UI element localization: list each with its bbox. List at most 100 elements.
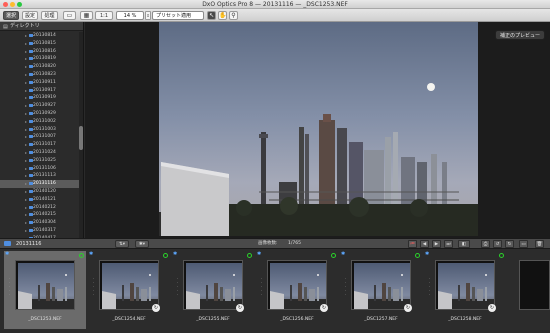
disclosure-triangle-icon[interactable]: ▸ [25,165,27,173]
folder-item[interactable]: ▸ 20130929 [0,110,83,118]
rating-dots[interactable]: · · · · · [345,277,346,297]
disclosure-triangle-icon[interactable]: ▸ [25,149,27,157]
folder-item[interactable]: ▸ 20131007 [0,133,83,141]
zoom-tool-button[interactable]: ⚲ [229,11,238,20]
star-icon[interactable]: ✱ [257,251,261,257]
folder-item[interactable]: ▸ 20131003 [0,126,83,134]
zoom-stepper[interactable]: ⇕ [145,11,151,20]
folder-item[interactable]: ▸ 20140120 [0,188,83,196]
disclosure-triangle-icon[interactable]: ▸ [25,32,27,40]
print-button[interactable]: ⎙ [481,240,490,248]
disclosure-triangle-icon[interactable]: ▸ [25,133,27,141]
rating-dots[interactable]: · · · · · [261,277,262,297]
disclosure-triangle-icon[interactable]: ▸ [25,63,27,71]
folder-item[interactable]: ▸ 20130911 [0,79,83,87]
folder-item[interactable]: ▸ 20131002 [0,118,83,126]
disclosure-triangle-icon[interactable]: ▸ [25,48,27,56]
disclosure-triangle-icon[interactable]: ▸ [25,79,27,87]
rating-dots[interactable]: · · · · · [429,277,430,297]
zoom-field[interactable]: 14 % [116,11,144,20]
disclosure-triangle-icon[interactable]: ▸ [25,180,27,188]
rotate-right-button[interactable]: ↻ [505,240,514,248]
tab-select[interactable]: 選択 [3,11,19,20]
disclosure-triangle-icon[interactable]: ▸ [25,227,27,235]
star-icon[interactable]: ✱ [425,251,429,257]
disclosure-triangle-icon[interactable]: ▸ [25,196,27,204]
tab-customize[interactable]: 設定 [22,11,38,20]
compare-button[interactable]: ◧ [458,240,470,248]
rating-dots[interactable]: · · · · · [177,277,178,297]
sort-button[interactable]: ⇅▾ [115,240,129,248]
rotate-left-button[interactable]: ↺ [493,240,502,248]
star-icon[interactable]: ✱ [173,251,177,257]
disclosure-triangle-icon[interactable]: ▸ [25,157,27,165]
folder-item[interactable]: ▸ 20130820 [0,63,83,71]
disclosure-triangle-icon[interactable]: ▸ [25,141,27,149]
thumbnail-item[interactable]: ✱ · · · · · ↻ _DSC1255.NEF [172,251,254,329]
thumbnail-item[interactable]: ✱ · · · · · _DSC1253.NEF [4,251,86,329]
folder-item[interactable]: ▸ 20131025 [0,157,83,165]
sync-icon[interactable]: ↻ [404,304,412,312]
thumbnail-item[interactable]: ✱ · · · · · ↻ _DSC1256.NEF [256,251,338,329]
folder-item[interactable]: ▸ 20131113 [0,172,83,180]
tab-process[interactable]: 処理 [41,11,58,20]
folder-item[interactable]: ▸ 20140317 [0,227,83,235]
disclosure-triangle-icon[interactable]: ▸ [25,219,27,227]
star-icon[interactable]: ✱ [341,251,345,257]
disclosure-triangle-icon[interactable]: ▸ [25,110,27,118]
folder-item[interactable]: ▸ 20130917 [0,87,83,95]
disclosure-triangle-icon[interactable]: ▸ [25,94,27,102]
folder-item[interactable]: ▸ 20131106 [0,165,83,173]
folder-item[interactable]: ▸ 20130819 [0,55,83,63]
disclosure-triangle-icon[interactable]: ▸ [25,71,27,79]
folder-item[interactable]: ▸ 20130815 [0,40,83,48]
trash-button[interactable]: 🗑 [535,240,544,248]
correction-preview-button[interactable]: 補正のプレビュー [494,30,545,40]
folder-item[interactable]: ▸ 20131017 [0,141,83,149]
grid-view-button[interactable]: ▦ [80,11,93,20]
disclosure-triangle-icon[interactable]: ▸ [25,118,27,126]
rating-dots[interactable]: · · · · · [93,277,94,297]
folder-item[interactable]: ▸ 20130919 [0,94,83,102]
sync-icon[interactable]: ↻ [488,304,496,312]
rename-button[interactable]: ▭ [519,240,528,248]
folder-item[interactable]: ▸ 20131116 [0,180,83,188]
disclosure-triangle-icon[interactable]: ▸ [25,126,27,134]
disclosure-triangle-icon[interactable]: ▸ [25,55,27,63]
star-icon[interactable]: ✱ [5,251,9,257]
sidebar-header[interactable]: ▤ ディレクトリ [0,22,83,31]
disclosure-triangle-icon[interactable]: ▸ [25,102,27,110]
hand-tool-button[interactable]: ✋ [218,11,227,20]
selection-tool-button[interactable]: ↖ [207,11,216,20]
thumbnail-item[interactable]: ✱ · · · · · ↻ _DSC1254.NEF [88,251,170,329]
disclosure-triangle-icon[interactable]: ▸ [25,211,27,219]
thumbnail-item[interactable]: ✱ · · · · · ↻ _DSC1258.NEF [424,251,506,329]
folder-item[interactable]: ▸ 20140215 [0,211,83,219]
zoom-1to1-button[interactable]: 1:1 [95,11,113,20]
folder-item[interactable]: ▸ 20131024 [0,149,83,157]
disclosure-triangle-icon[interactable]: ▸ [25,40,27,48]
folder-item[interactable]: ▸ 20130823 [0,71,83,79]
image-viewer[interactable]: 補正のプレビュー [85,22,550,238]
star-icon[interactable]: ✱ [89,251,93,257]
thumbnail-item[interactable]: ✱ · · · · · ↻ _DSC1257.NEF [340,251,422,329]
last-image-button[interactable]: ⏭ [444,240,453,248]
disclosure-triangle-icon[interactable]: ▸ [25,204,27,212]
partial-thumbnail[interactable] [519,260,550,310]
disclosure-triangle-icon[interactable]: ▸ [25,87,27,95]
folder-item[interactable]: ▸ 20130816 [0,48,83,56]
filmstrip-toggle-button[interactable]: ▭ [63,11,76,20]
folder-item[interactable]: ▸ 20130927 [0,102,83,110]
previous-image-button[interactable]: ◀ [420,240,429,248]
sidebar-scroll-thumb[interactable] [79,126,83,150]
preset-dropdown[interactable]: プリセット適用 [152,11,204,20]
folder-item[interactable]: ▸ 20140212 [0,204,83,212]
rating-dots[interactable]: · · · · · [9,277,10,297]
sync-icon[interactable]: ↻ [152,304,160,312]
folder-item[interactable]: ▸ 20140304 [0,219,83,227]
folder-item[interactable]: ▸ 20140121 [0,196,83,204]
disclosure-triangle-icon[interactable]: ▸ [25,188,27,196]
sync-icon[interactable]: ↻ [320,304,328,312]
play-button[interactable]: ▶ [432,240,441,248]
first-image-button[interactable]: ⏮ [408,240,417,248]
